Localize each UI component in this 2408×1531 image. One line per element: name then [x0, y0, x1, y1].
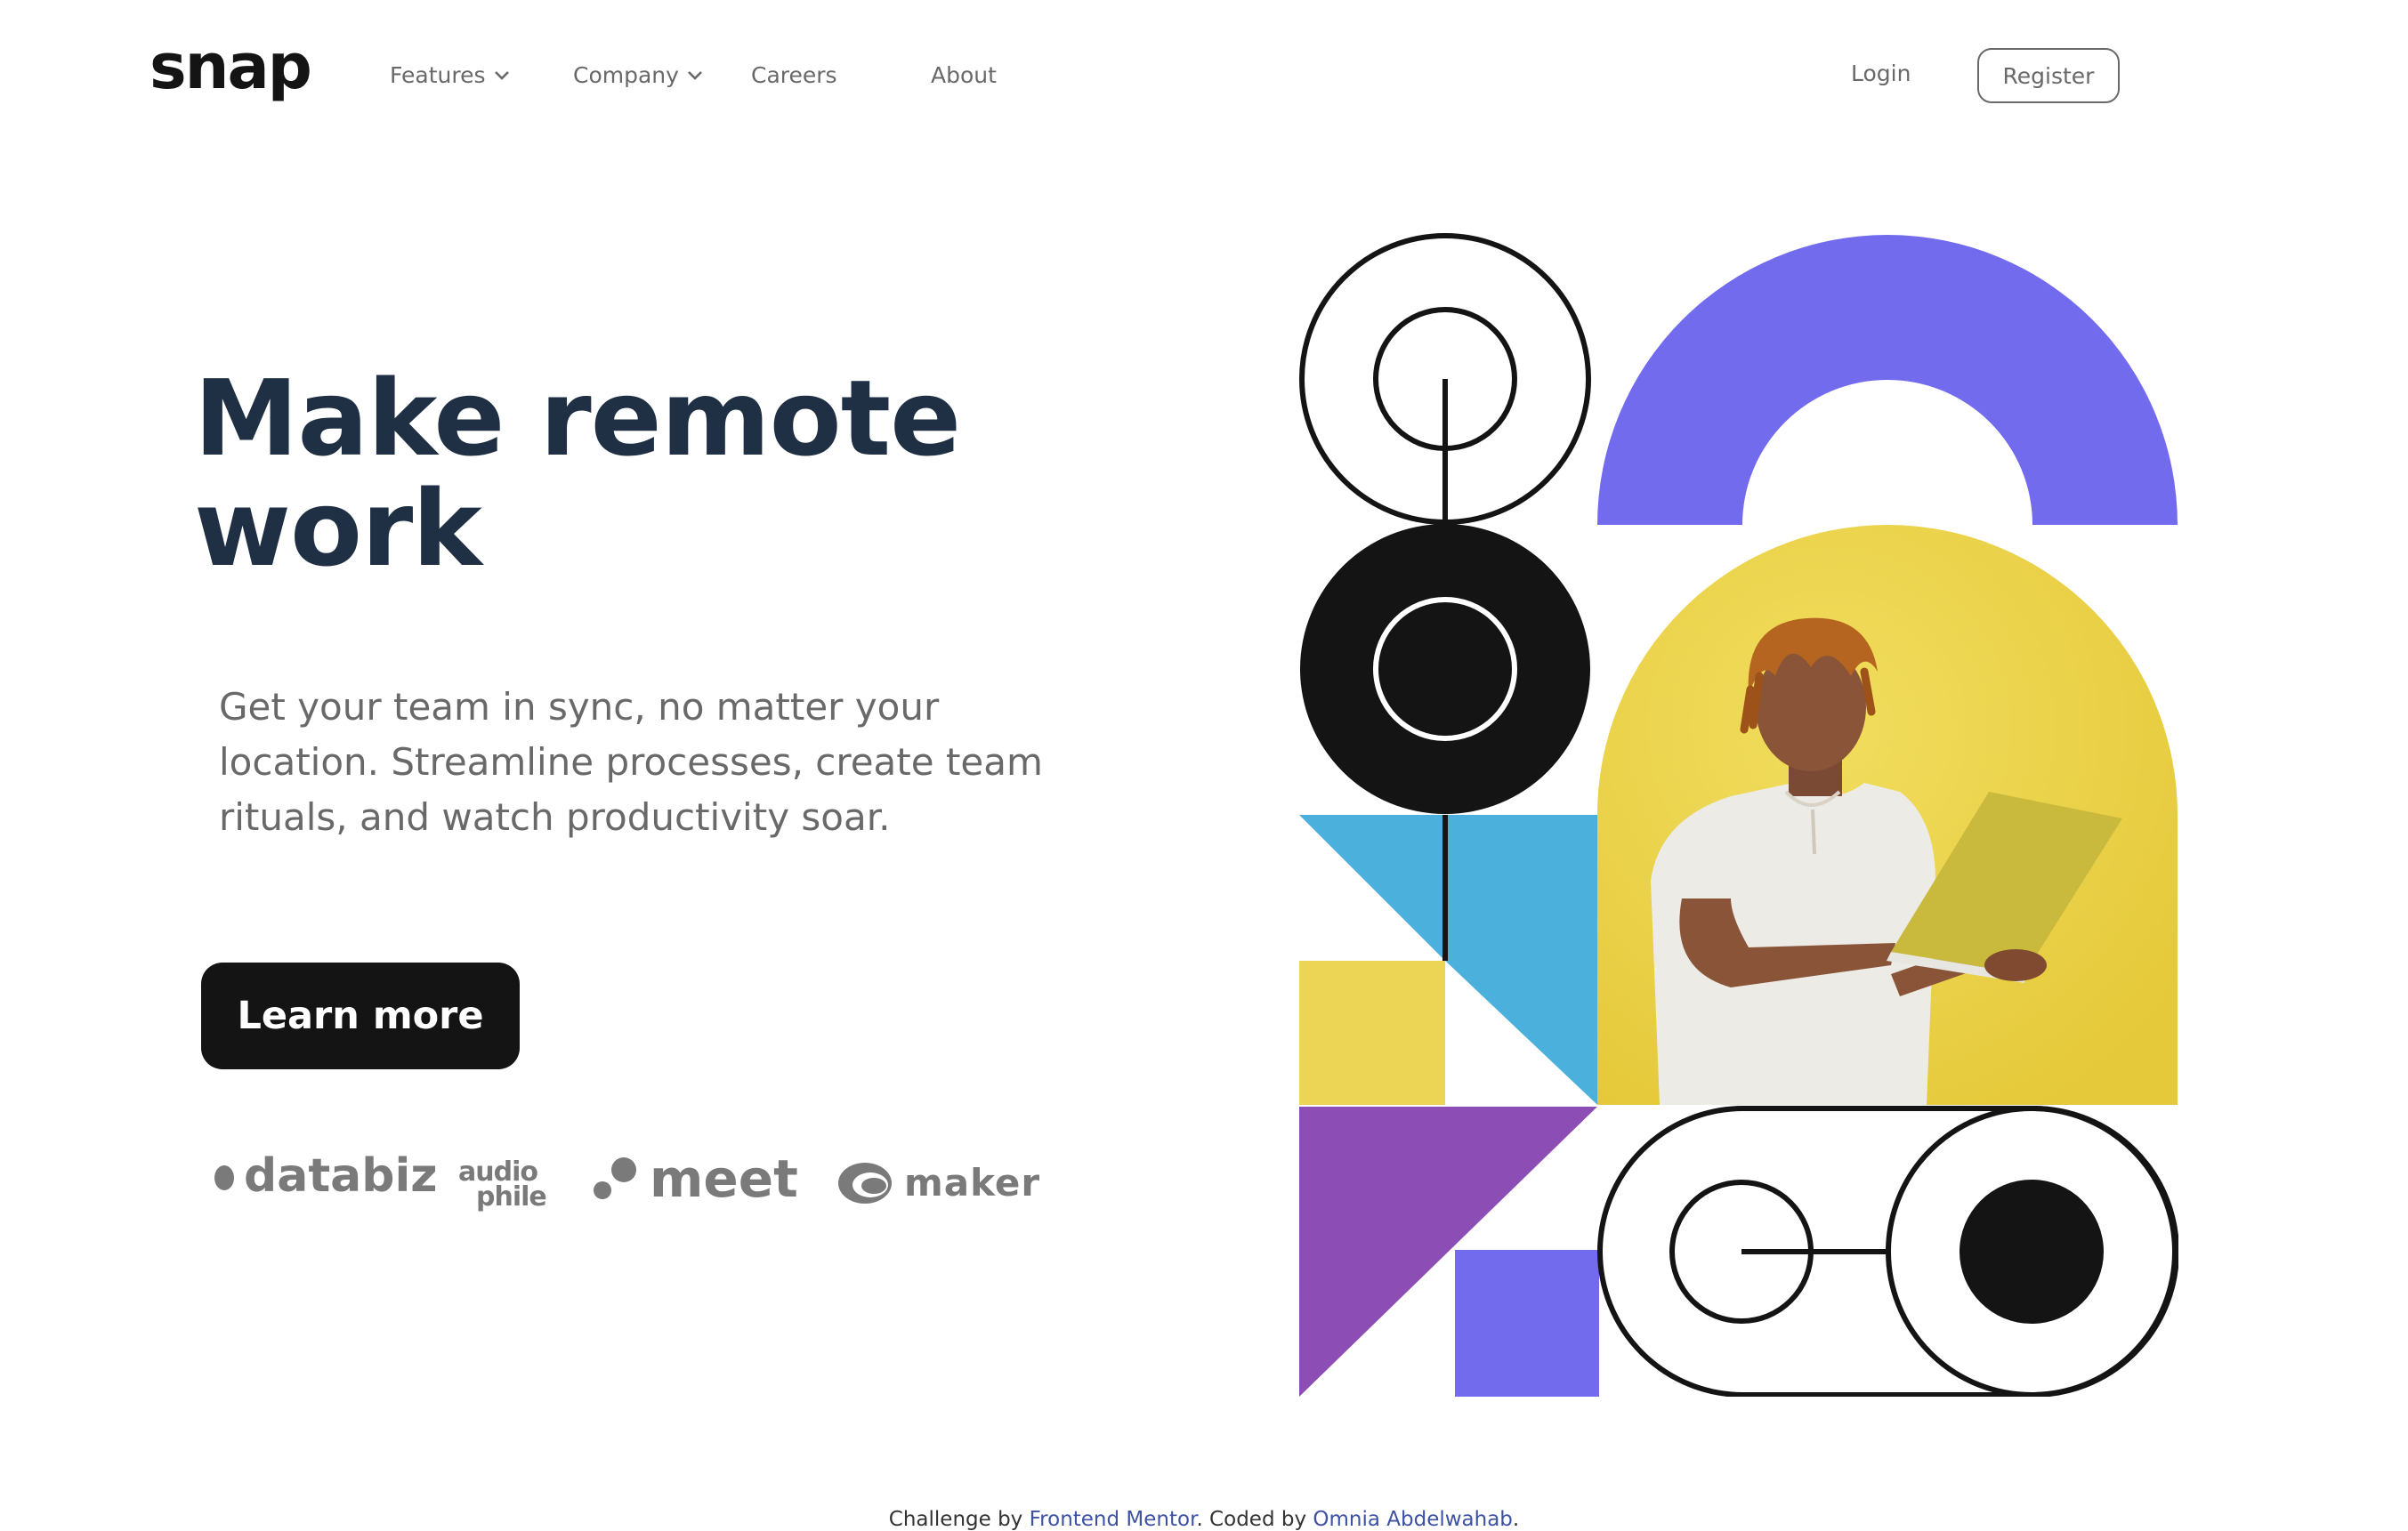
nav-features[interactable]: Features	[390, 64, 511, 86]
footer-attribution: Challenge by Frontend Mentor. Coded by O…	[0, 1510, 2408, 1530]
hero-title: Make remote work	[194, 357, 961, 590]
person-with-laptop-image	[1597, 525, 2178, 1105]
chevron-down-icon	[688, 70, 702, 80]
hero-photo	[1597, 525, 2178, 1105]
client-logo-databiz: databiz	[214, 1153, 438, 1199]
logo[interactable]: snap	[149, 36, 312, 98]
login-link[interactable]: Login	[1851, 62, 1911, 85]
client-logo-maker: maker	[836, 1160, 1040, 1206]
nav-careers-label: Careers	[751, 62, 837, 88]
black-circle	[1300, 524, 1590, 814]
maker-logo-icon	[838, 1163, 892, 1204]
nav-careers[interactable]: Careers	[751, 64, 837, 86]
client-logo-audiophile: audio phile	[458, 1159, 547, 1213]
meet-dots-icon	[594, 1157, 636, 1199]
client-meet-label: meet	[650, 1148, 798, 1209]
nav-company-label: Company	[573, 62, 679, 88]
footer-suffix: .	[1512, 1508, 1520, 1531]
client-logo-meet: meet	[591, 1153, 798, 1205]
chevron-down-icon	[494, 70, 509, 80]
purple-square	[1455, 1250, 1599, 1397]
pill-dot-filled	[1960, 1180, 2104, 1324]
client-audiophile-label-bottom: phile	[476, 1181, 547, 1213]
author-link[interactable]: Omnia Abdelwahab	[1313, 1508, 1513, 1531]
footer-middle: . Coded by	[1196, 1508, 1313, 1531]
nav-about-label: About	[931, 62, 997, 88]
blue-triangle-left	[1299, 815, 1445, 961]
nav-company[interactable]: Company	[573, 64, 704, 86]
client-maker-label: maker	[904, 1161, 1041, 1205]
frontend-mentor-link[interactable]: Frontend Mentor	[1030, 1508, 1197, 1531]
yellow-square	[1299, 961, 1445, 1105]
hero-description: Get your team in sync, no matter your lo…	[219, 685, 1043, 839]
footer-prefix: Challenge by	[888, 1508, 1030, 1531]
register-button[interactable]: Register	[1977, 48, 2120, 103]
client-databiz-label: databiz	[244, 1149, 438, 1203]
learn-more-button[interactable]: Learn more	[201, 963, 520, 1069]
databiz-dot-icon	[214, 1165, 234, 1190]
nav-features-label: Features	[390, 62, 486, 88]
nav-about[interactable]: About	[931, 64, 997, 86]
purple-arch	[1597, 235, 2178, 525]
